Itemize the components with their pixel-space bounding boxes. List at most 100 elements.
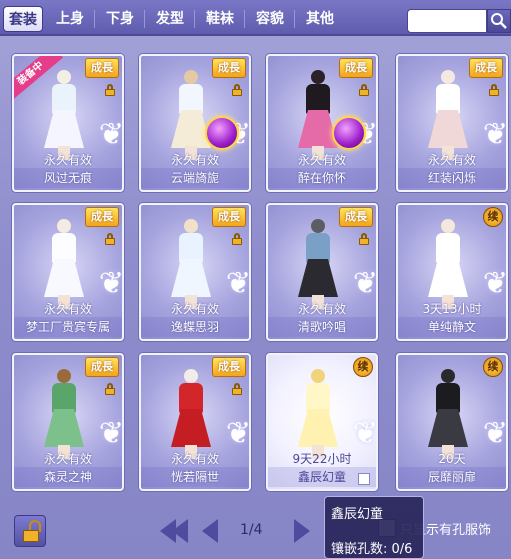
outfit-name: 云端旖旎	[141, 168, 249, 188]
outfit-card[interactable]: ❦ 续 20天 辰靡丽扉	[396, 353, 508, 491]
gem-icon	[332, 116, 366, 150]
search-button[interactable]	[487, 9, 511, 33]
outfit-card[interactable]: ❦ 成長 永久有效 逸蝶思羽	[139, 203, 251, 341]
tab-shoes-socks[interactable]: 鞋袜	[200, 6, 240, 32]
gem-icon	[205, 116, 239, 150]
prev-page-button[interactable]	[202, 519, 218, 545]
renew-badge[interactable]: 续	[353, 357, 373, 377]
item-tooltip: 鑫辰幻童 镶嵌孔数: 0/6	[324, 496, 424, 559]
outfit-name: 风过无痕	[14, 168, 122, 188]
lock-icon	[104, 383, 116, 395]
renew-badge[interactable]: 续	[483, 207, 503, 227]
category-tab-bar: 套装 上身 下身 发型 鞋袜 容貌 其他	[0, 0, 511, 36]
outfit-duration: 20天	[438, 452, 466, 466]
info-icon[interactable]	[358, 473, 370, 485]
outfit-card[interactable]: ❦ 成長 永久有效 红装闪烁	[396, 54, 508, 192]
tooltip-title: 鑫辰幻童	[331, 507, 384, 522]
tab-separator	[94, 10, 95, 28]
tab-appearance[interactable]: 容貌	[250, 6, 290, 32]
tab-other[interactable]: 其他	[300, 6, 340, 32]
double-left-arrow-icon-2	[172, 519, 188, 543]
growth-badge: 成長	[85, 58, 119, 78]
growth-badge: 成長	[339, 58, 373, 78]
wings-icon: ❦	[225, 266, 251, 301]
wings-icon: ❦	[98, 416, 124, 451]
tab-bottom[interactable]: 下身	[100, 6, 140, 32]
outfit-duration: 永久有效	[43, 302, 92, 316]
wings-icon: ❦	[98, 266, 124, 301]
outfit-card[interactable]: ❦ 成長 永久有效 清歌吟唱	[266, 203, 378, 341]
lock-icon	[231, 383, 243, 395]
page-indicator: 1/4	[240, 522, 263, 538]
growth-badge: 成長	[339, 207, 373, 227]
outfit-name: 恍若隔世	[141, 467, 249, 487]
left-arrow-icon	[202, 519, 218, 543]
outfit-duration: 永久有效	[170, 452, 219, 466]
outfit-card[interactable]: ❦ 成長 永久有效 森灵之神	[12, 353, 124, 491]
outfit-figure	[171, 70, 211, 160]
outfit-figure	[298, 369, 338, 459]
growth-badge: 成長	[469, 58, 503, 78]
outfit-duration: 永久有效	[297, 302, 346, 316]
next-page-button[interactable]	[294, 519, 310, 545]
wings-icon: ❦	[352, 266, 378, 301]
outfit-duration: 永久有效	[170, 153, 219, 167]
unlock-icon-body	[23, 530, 39, 542]
tab-separator	[294, 10, 295, 28]
wings-icon: ❦	[482, 416, 508, 451]
outfit-figure	[298, 219, 338, 309]
outfit-name: 单纯静文	[398, 317, 506, 337]
outfit-name: 清歌吟唱	[268, 317, 376, 337]
lock-icon	[104, 84, 116, 96]
outfit-name: 醉在你怀	[268, 168, 376, 188]
outfit-name: 逸蝶思羽	[141, 317, 249, 337]
outfit-name: 辰靡丽扉	[398, 467, 506, 487]
tab-suit[interactable]: 套装	[3, 6, 43, 32]
outfit-duration: 永久有效	[43, 153, 92, 167]
outfit-duration: 永久有效	[297, 153, 346, 167]
outfit-duration: 3天13小时	[422, 302, 482, 316]
outfit-figure	[171, 219, 211, 309]
outfit-duration: 永久有效	[170, 302, 219, 316]
outfit-name: 森灵之神	[14, 467, 122, 487]
outfit-figure	[428, 369, 468, 459]
tab-top[interactable]: 上身	[50, 6, 90, 32]
outfit-name: 红装闪烁	[398, 168, 506, 188]
outfit-card[interactable]: ❦ 成長 永久有效 梦工厂贵宾专属	[12, 203, 124, 341]
right-arrow-icon	[294, 519, 310, 543]
growth-badge: 成長	[85, 207, 119, 227]
outfit-figure	[428, 219, 468, 309]
growth-badge: 成長	[85, 357, 119, 377]
outfit-figure	[171, 369, 211, 459]
wings-icon: ❦	[482, 266, 508, 301]
lock-icon	[231, 233, 243, 245]
renew-badge[interactable]: 续	[483, 357, 503, 377]
wings-icon: ❦	[482, 117, 508, 152]
search-icon	[491, 13, 507, 29]
outfit-card[interactable]: ❦ 续 3天13小时 单纯静文	[396, 203, 508, 341]
outfit-figure	[428, 70, 468, 160]
outfit-card[interactable]: ❦ 成長 装备中 永久有效 风过无痕	[12, 54, 124, 192]
outfit-card[interactable]: ❦ 成長 永久有效 醉在你怀	[266, 54, 378, 192]
outfit-duration: 永久有效	[427, 153, 476, 167]
outfit-card[interactable]: ❦ 成長 永久有效 云端旖旎	[139, 54, 251, 192]
growth-badge: 成長	[212, 58, 246, 78]
outfit-figure	[298, 70, 338, 160]
wings-icon: ❦	[352, 416, 378, 451]
tab-hairstyle[interactable]: 发型	[150, 6, 190, 32]
outfit-card[interactable]: ❦ 成長 永久有效 恍若隔世	[139, 353, 251, 491]
lock-icon	[358, 84, 370, 96]
outfit-figure	[44, 369, 84, 459]
outfit-card[interactable]: ❦ 续 9天22小时 鑫辰幻童	[266, 353, 378, 491]
search-input[interactable]	[407, 9, 487, 33]
lock-icon	[358, 233, 370, 245]
unlock-button[interactable]	[14, 515, 46, 547]
tab-separator	[194, 10, 195, 28]
lock-icon	[488, 84, 500, 96]
wings-icon: ❦	[98, 117, 124, 152]
outfit-duration: 9天22小时	[292, 452, 352, 466]
outfit-figure	[44, 70, 84, 160]
first-page-button[interactable]	[160, 519, 188, 545]
lock-icon	[104, 233, 116, 245]
tab-separator	[144, 10, 145, 28]
